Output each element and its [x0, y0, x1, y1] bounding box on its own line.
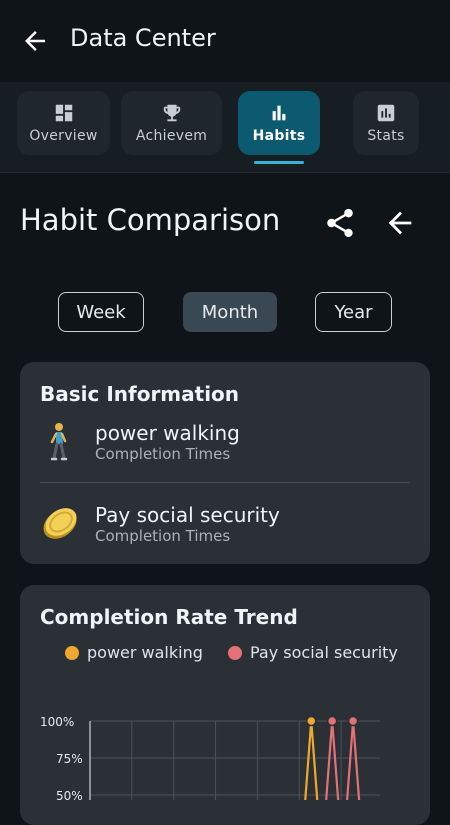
trophy-icon [163, 104, 180, 122]
habit-subtitle: Completion Times [95, 445, 231, 463]
stats-icon [377, 104, 395, 122]
legend-label: Pay social security [250, 643, 398, 662]
legend-swatch [65, 645, 79, 660]
tab-achievements[interactable]: Achievem [121, 91, 222, 155]
page-title: Data Center [70, 24, 216, 52]
habit-subtitle: Completion Times [95, 527, 231, 545]
app-bar: Data Center [0, 0, 450, 82]
active-tab-indicator [254, 161, 304, 164]
bar-chart-icon [272, 105, 286, 121]
habit-name: Pay social security [95, 503, 280, 527]
legend-label: power walking [87, 643, 203, 662]
tab-label: Habits [252, 128, 306, 144]
series-line [325, 720, 340, 800]
data-point [326, 715, 338, 727]
data-point [306, 715, 317, 727]
period-week-button[interactable]: Week [58, 292, 144, 332]
tab-strip: Overview Achievem Habits Stats [0, 82, 450, 173]
divider [40, 482, 410, 483]
completion-rate-chart: 100% 75% 50% [40, 715, 380, 800]
habit-name: power walking [95, 421, 240, 445]
back-arrow-icon[interactable] [383, 206, 417, 240]
legend-item-pay-social-security: Pay social security [228, 643, 398, 662]
period-year-button[interactable]: Year [315, 292, 392, 332]
legend-swatch [228, 645, 242, 660]
y-tick-label: 100% [40, 715, 74, 729]
card-title: Basic Information [40, 382, 240, 406]
tab-habits[interactable]: Habits [238, 91, 320, 155]
series-line [346, 720, 361, 800]
tab-label: Overview [29, 128, 98, 144]
basic-info-card: Basic Information power walking Completi… [20, 362, 430, 564]
section-title: Habit Comparison [20, 203, 281, 237]
period-month-button[interactable]: Month [183, 292, 277, 332]
data-point [347, 715, 359, 727]
legend-item-power-walking: power walking [65, 643, 203, 662]
coin-icon [43, 508, 77, 539]
tab-overview[interactable]: Overview [17, 91, 110, 155]
y-tick-label: 75% [56, 752, 83, 766]
dashboard-icon [55, 104, 72, 122]
back-arrow-icon[interactable] [20, 26, 50, 56]
share-icon[interactable] [323, 206, 357, 240]
series-line [304, 720, 319, 800]
tab-label: Stats [367, 128, 405, 144]
person-walking-icon [50, 423, 68, 461]
tab-label: Achievem [135, 128, 208, 144]
y-tick-label: 50% [56, 789, 83, 800]
tab-stats[interactable]: Stats [353, 91, 419, 155]
card-title: Completion Rate Trend [40, 605, 298, 629]
